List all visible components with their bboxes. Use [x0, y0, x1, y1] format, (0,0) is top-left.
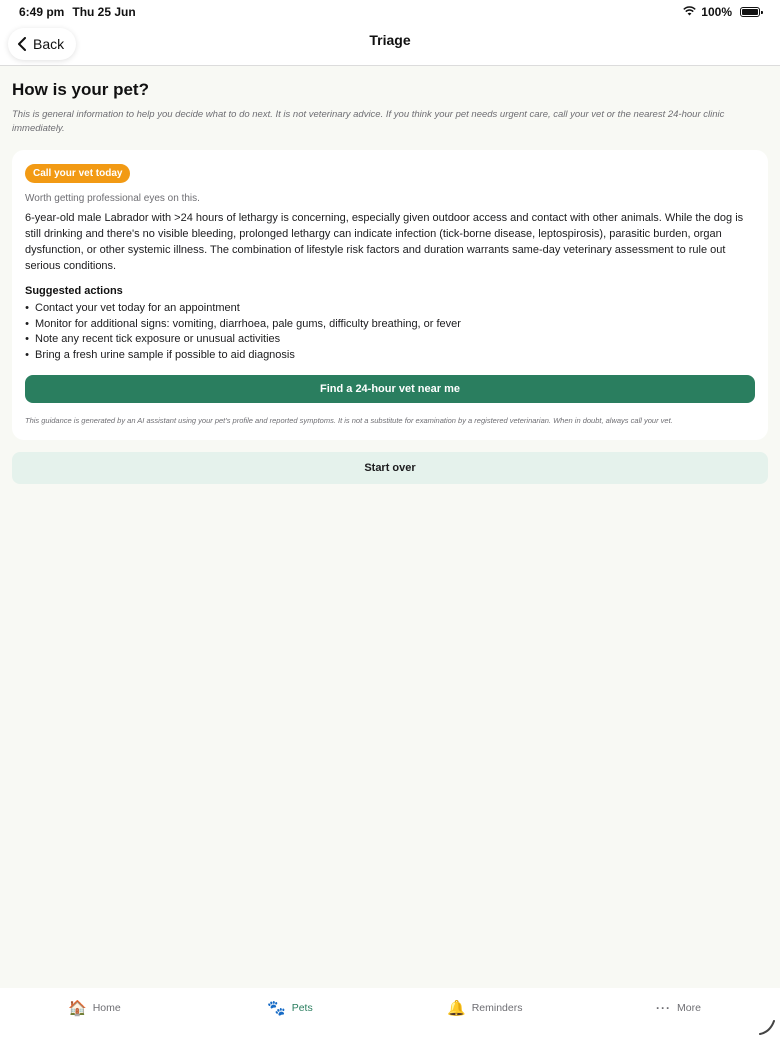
page-title: How is your pet? — [12, 80, 149, 99]
list-item: • Contact your vet today for an appointme… — [25, 301, 755, 317]
action-text: Monitor for additional signs: vomiting, … — [35, 317, 461, 330]
bullet-icon: • — [25, 333, 29, 345]
house-icon: 🏠 — [68, 999, 87, 1017]
find-vet-button[interactable]: Find a 24-hour vet near me — [25, 375, 755, 403]
list-item: • Bring a fresh urine sample if possible … — [25, 348, 755, 364]
list-item: • Monitor for additional signs: vomiting,… — [25, 317, 755, 333]
bullet-icon: • — [25, 317, 29, 330]
more-icon: ··· — [656, 1001, 671, 1015]
urgency-badge: Call your vet today — [25, 164, 131, 183]
status-right: 100% — [683, 5, 763, 19]
status-left: 6:49 pm Thu 25 Jun — [19, 5, 136, 19]
tab-reminders[interactable]: 🔔 Reminders — [447, 998, 522, 1018]
tab-label: Reminders — [471, 1002, 523, 1014]
action-text: Bring a fresh urine sample if possible t… — [35, 348, 295, 361]
battery-percentage: 100% — [701, 5, 732, 19]
tab-label: Home — [92, 1002, 121, 1014]
suggested-actions-list: • Contact your vet today for an appointme… — [25, 301, 755, 363]
status-date: Thu 25 Jun — [72, 5, 136, 19]
list-item: • Note any recent tick exposure or unusua… — [25, 332, 755, 348]
resize-handle-icon — [759, 1020, 775, 1035]
status-bar: 6:49 pm Thu 25 Jun 100% — [0, 0, 780, 24]
status-time: 6:49 pm — [19, 5, 65, 19]
disclaimer-text: This is general information to help you … — [12, 109, 725, 134]
suggested-actions-heading: Suggested actions — [25, 285, 123, 297]
tab-more[interactable]: ··· More — [656, 998, 701, 1018]
tab-pets[interactable]: 🐾 Pets — [267, 998, 313, 1018]
main-content: How is your pet? This is general informa… — [12, 66, 768, 484]
wifi-icon — [683, 5, 697, 19]
nav-title: Triage — [369, 32, 411, 48]
result-assessment: 6-year-old male Labrador with >24 hours … — [25, 212, 744, 272]
tab-label: Pets — [291, 1002, 313, 1014]
battery-icon — [740, 7, 763, 17]
paw-icon: 🐾 — [267, 999, 286, 1017]
result-summary: Worth getting professional eyes on this. — [25, 193, 200, 204]
bullet-icon: • — [25, 302, 29, 314]
action-text: Contact your vet today for an appointmen… — [35, 302, 240, 314]
bullet-icon: • — [25, 348, 29, 361]
triage-result-card: Call your vet today Worth getting profes… — [12, 150, 768, 440]
tab-bar: 🏠 Home 🐾 Pets 🔔 Reminders ··· More — [0, 988, 780, 1040]
start-over-button[interactable]: Start over — [12, 452, 768, 484]
ai-footnote: This guidance is generated by an AI assi… — [25, 416, 673, 425]
nav-bar: Back Triage — [0, 24, 780, 66]
tab-label: More — [677, 1002, 701, 1014]
tab-home[interactable]: 🏠 Home — [68, 998, 121, 1018]
bell-icon: 🔔 — [447, 999, 466, 1017]
action-text: Note any recent tick exposure or unusual… — [35, 333, 281, 345]
